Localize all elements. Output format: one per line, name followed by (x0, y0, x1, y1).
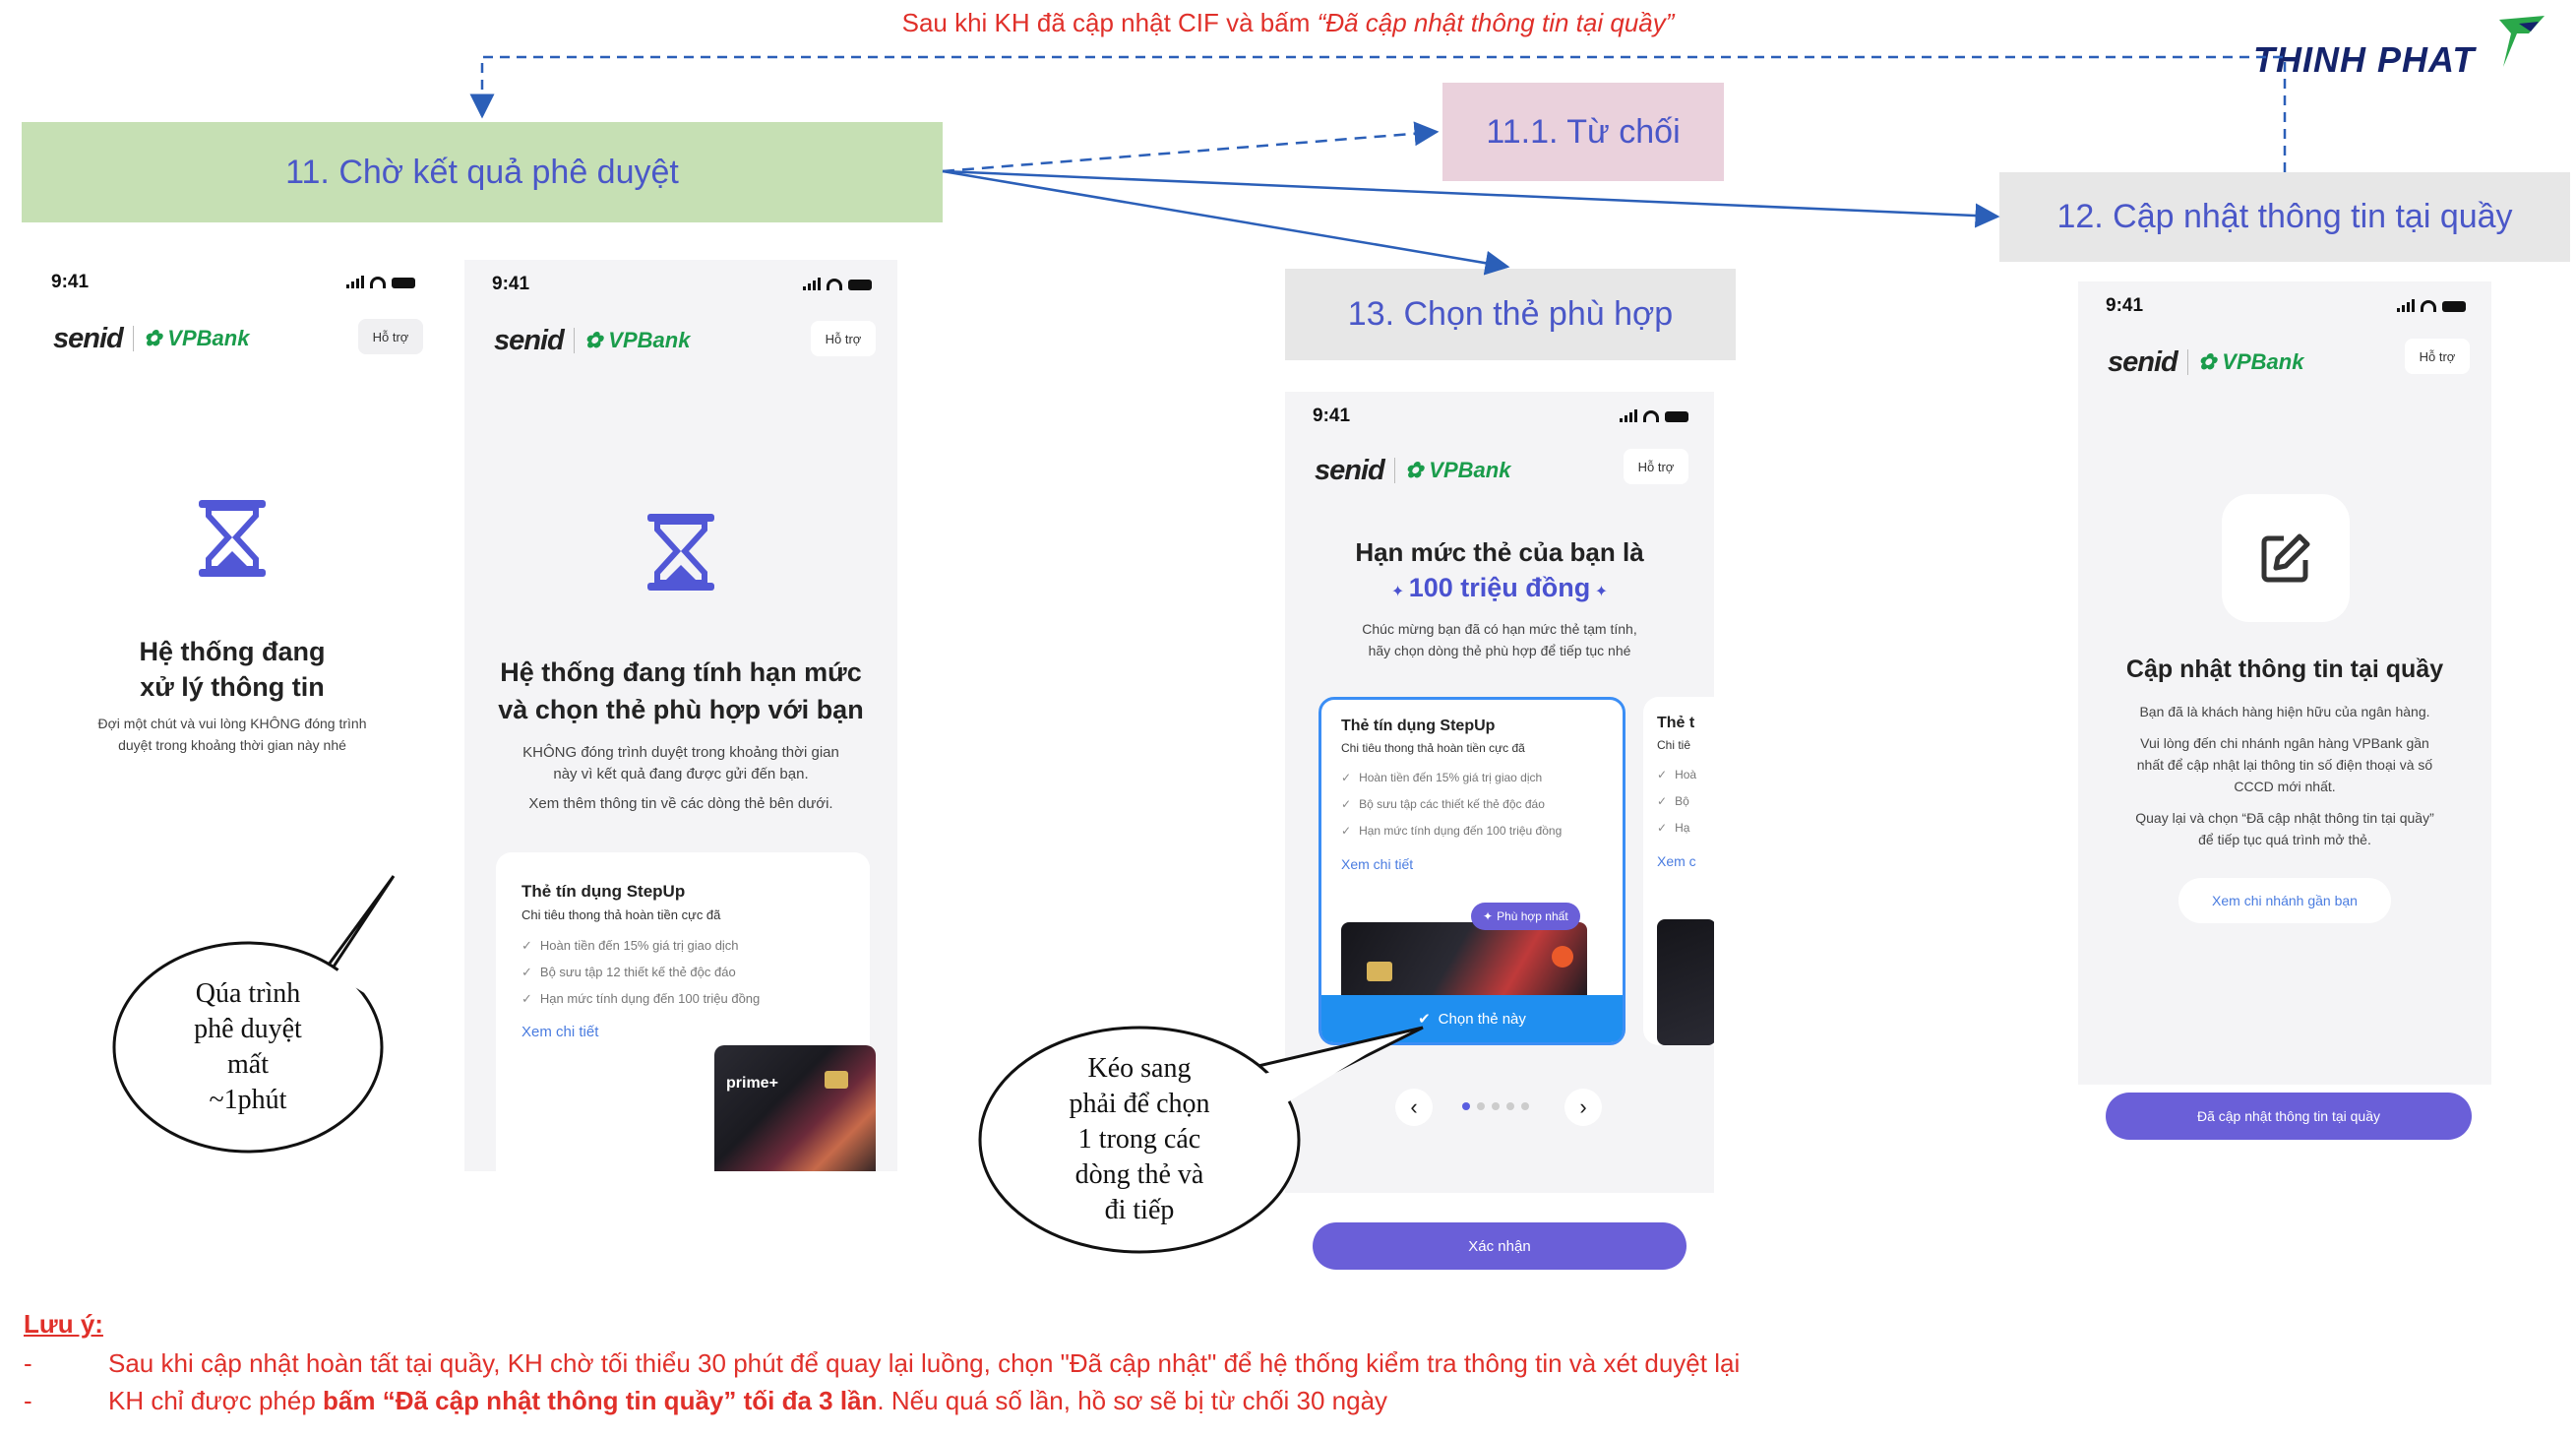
note-line-1: - Sau khi cập nhật hoàn tất tại quầy, KH … (24, 1348, 1741, 1378)
updated-at-counter-button[interactable]: Đã cập nhật thông tin tại quầy (2106, 1093, 2472, 1140)
status-icons (346, 276, 415, 288)
step-11-box: 11. Chờ kết quả phê duyệt (22, 122, 943, 222)
limit-title: Hạn mức thẻ của bạn là (1355, 537, 1644, 567)
thinh-phat-logo: THINH PHAT (2253, 12, 2548, 87)
support-button[interactable]: Hỗ trợ (811, 321, 876, 356)
update-desc: Bạn đã là khách hàng hiện hữu của ngân h… (2135, 704, 2434, 847)
screen-update-info: 9:41 senid ✿ VPBank Hỗ trợ Cập nhật thông… (2078, 281, 2491, 1142)
screen2-desc: KHÔNG đóng trình duyệt trong khoảng thời… (522, 744, 839, 812)
brand-bar: senid ✿ VPBank (53, 322, 250, 354)
see-details-link[interactable]: Xem chi tiết (1341, 856, 1603, 872)
carousel-dots (1462, 1102, 1529, 1110)
limit-desc: Chúc mừng bạn đã có hạn mức thẻ tạm tính… (1362, 621, 1637, 658)
hourglass-icon (199, 500, 266, 577)
stepup-card-selectable[interactable]: Thẻ tín dụng StepUp Chi tiêu thong thả h… (1319, 697, 1625, 1045)
notes-heading: Lưu ý: (24, 1309, 103, 1339)
edit-icon-tile (2222, 494, 2350, 622)
note-line-2: - KH chỉ được phép bấm “Đã cập nhật thông… (24, 1386, 1388, 1415)
arrow-to-reject (942, 121, 1440, 173)
screen2-title: Hệ thống đang tính hạn mức và chọn thẻ ph… (498, 657, 864, 724)
edit-icon (2261, 533, 2310, 583)
logo-text: THINH PHAT (2253, 39, 2476, 80)
brand-bar: senid ✿ VPBank (2108, 345, 2304, 378)
brand-bar: senid ✿ VPBank (494, 324, 691, 356)
support-button[interactable]: Hỗ trợ (2405, 339, 2470, 374)
screen-choose-card: 9:41 senid ✿ VPBank Hỗ trợ Hạn mức thẻ củ… (1285, 392, 1714, 1276)
see-details-link[interactable]: Xem chi tiết (521, 1024, 844, 1040)
step-11-1-box: 11.1. Từ chối (1442, 83, 1724, 181)
carousel-next-button[interactable]: › (1564, 1089, 1602, 1126)
next-card-peek[interactable]: Thẻ t Chi tiê HoàBộHạ Xem c (1643, 697, 1714, 1045)
carousel-prev-button[interactable]: ‹ (1395, 1089, 1433, 1126)
vpbank-logo: ✿ VPBank (143, 326, 250, 350)
step-12-box: 12. Cập nhật thông tin tại quầy (1999, 172, 2570, 262)
step-13-box: 13. Chọn thẻ phù hợp (1285, 269, 1736, 360)
screen1-title: Hệ thống đang xử lý thông tin (139, 637, 326, 702)
top-flow-note: Sau khi KH đã cập nhật CIF và bấm “Đã cậ… (901, 8, 1675, 37)
limit-amount: ✦ 100 triệu đồng ✦ (1390, 573, 1609, 602)
update-title: Cập nhật thông tin tại quầy (2125, 656, 2444, 683)
screen-processing-2: 9:41 senid ✿ VPBank Hỗ trợ Hệ thống đang … (464, 260, 897, 1171)
screen-processing-1: 9:41 senid ✿ VPBank Hỗ trợ Hệ thống đang x… (24, 258, 441, 795)
brand-bar: senid ✿ VPBank (1315, 454, 1511, 486)
view-nearest-branch-button[interactable]: Xem chi nhánh gần bạn (2178, 878, 2391, 923)
bubble-text-swipe: Kéo sang phải để chọn 1 trong các dòng thẻ … (1069, 1053, 1210, 1225)
prime-card-image: prime+ (714, 1045, 876, 1171)
screen1-desc: Đợi một chút và vui lòng KHÔNG đóng trìn… (97, 716, 367, 753)
check-circle-icon: ✔ (1418, 1011, 1431, 1028)
arrow-to-choose-card (942, 169, 1510, 276)
best-match-badge: ✦ Phù hợp nhất (1471, 903, 1580, 930)
logo-mark-icon (2499, 16, 2545, 67)
confirm-button[interactable]: Xác nhận (1313, 1222, 1687, 1270)
hourglass-icon (647, 514, 714, 591)
card-image (1341, 922, 1587, 1001)
stepup-card[interactable]: Thẻ tín dụng StepUp Chi tiêu thong thả h… (496, 852, 876, 1171)
feature-list: Hoàn tiền đến 15% giá trị giao dịchBộ sư… (1341, 765, 1603, 844)
select-card-button[interactable]: ✔ Chọn thẻ này (1321, 995, 1623, 1042)
bubble-text-approval: Qúa trình phê duyệt mất ~1phút (194, 978, 302, 1115)
feature-list: Hoàn tiền đến 15% giá trị giao dịchBộ sư… (521, 932, 844, 1012)
support-button[interactable]: Hỗ trợ (358, 319, 423, 354)
support-button[interactable]: Hỗ trợ (1624, 449, 1688, 484)
